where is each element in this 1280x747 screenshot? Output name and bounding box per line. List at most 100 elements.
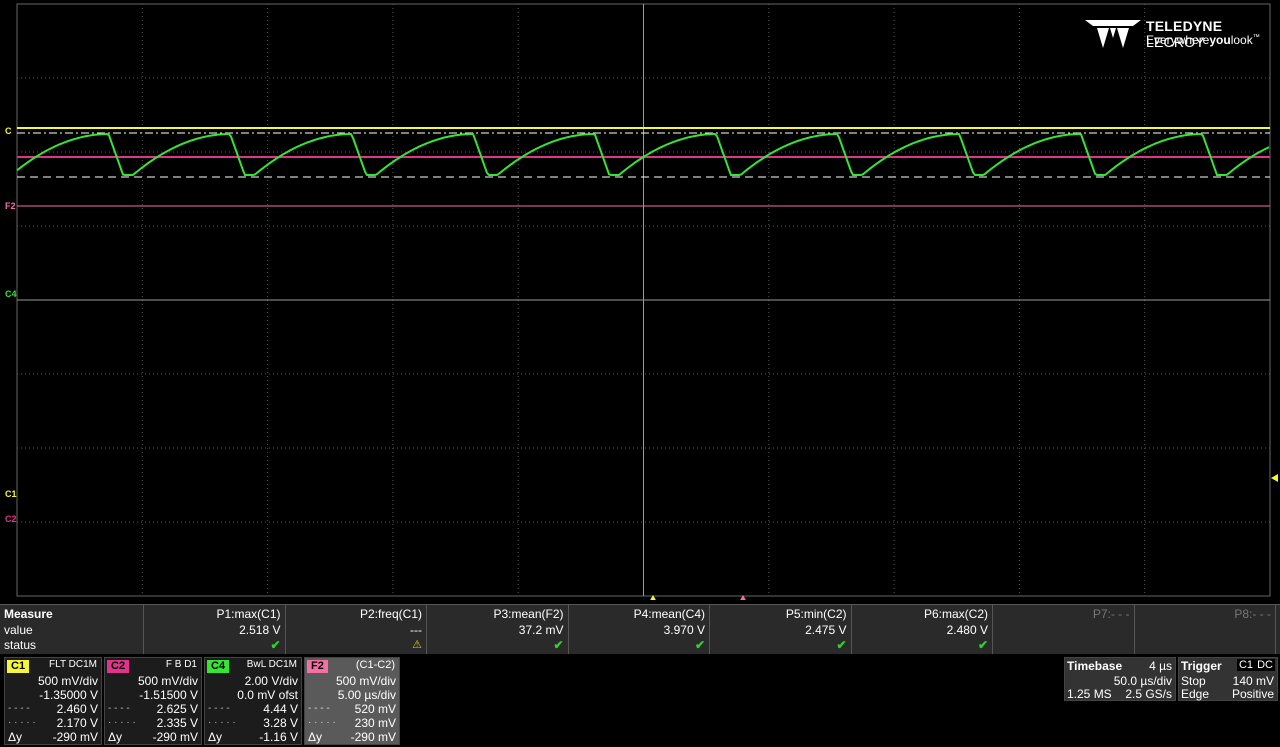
c1-scale: 500 mV/div [37,674,98,688]
waveform-grid[interactable] [0,0,1280,600]
f2-tag: F2 [307,660,328,673]
measure-title: Measure [4,607,53,621]
f2-cursor-a-key: - - - - [308,703,330,714]
measure-param-value: --- [410,623,422,637]
measure-param-name: P6:max(C2) [923,607,988,621]
measure-param-name: P8:- - - [1234,607,1271,621]
c2-offset: -1.51500 V [139,688,198,702]
trigger-slope: Positive [1231,687,1274,701]
c2-cursor-a-key: - - - - [108,703,130,714]
measure-param-name: P4:mean(C4) [633,607,705,621]
trigger-title: Trigger [1181,659,1222,673]
c1-offset: -1.35000 V [39,688,98,702]
c2-delta-key: Δy [108,730,123,744]
f2-delta-key: Δy [308,730,323,744]
measure-param-name: P3:mean(F2) [493,607,564,621]
measure-param-7[interactable]: P7:- - - [993,605,1135,654]
logo-tm: ™ [1252,34,1260,41]
f2-source: (C1-C2) [355,659,395,671]
c4-cursor-a: 4.44 V [263,702,298,716]
c1-delta: -290 mV [52,730,98,744]
measure-row-status: status [4,638,37,652]
measure-table[interactable]: Measure value status P1:max(C1) 2.518 V ✔ P… [0,604,1280,654]
measure-param-name: P1:max(C1) [216,607,281,621]
c1-cursor-b-key: · · · · · [8,717,36,728]
c1-cursor-a-key: - - - - [8,703,30,714]
logo-brand-bold: TELEDYNE [1146,18,1223,34]
c2-delta: -290 mV [152,730,198,744]
checkmark-icon: ✔ [270,638,281,652]
c4-cursor-b-key: · · · · · [208,717,236,728]
c2-descriptor[interactable]: C2 F B D1 500 mV/div -1.51500 V - - - - … [104,657,202,745]
logo-tag-a: Everywhere [1146,33,1210,47]
measure-param-2[interactable]: P2:freq(C1) --- ⚠ [286,605,427,654]
timebase-panel[interactable]: Timebase 4 µs 50.0 µs/div 1.25 MS 2.5 GS… [1064,657,1176,701]
teledyne-lecroy-logo: TELEDYNE LECROY Everywhereyoulook™ [1083,16,1273,52]
c-top-marker: C [5,126,12,136]
trigger-level: 140 mV [1232,674,1274,688]
measure-param-value: 2.475 V [805,623,847,637]
measure-header-col: Measure value status [0,605,144,654]
timebase-samples: 1.25 MS [1067,687,1112,701]
c4-coupling: BwL DC1M [246,659,297,670]
timebase-title: Timebase [1067,659,1123,673]
c1-descriptor[interactable]: C1 FLT DC1M 500 mV/div -1.35000 V - - - … [4,657,102,745]
c1-cursor-b: 2.170 V [56,716,98,730]
c4-offset: 0.0 mV ofst [237,688,298,702]
c4-cursor-a-key: - - - - [208,703,230,714]
c4-ground-marker[interactable]: C4 [5,289,17,299]
measure-param-name: P2:freq(C1) [359,607,422,621]
measure-param-1[interactable]: P1:max(C1) 2.518 V ✔ [144,605,286,654]
c2-tag: C2 [107,660,130,673]
checkmark-icon: ✔ [553,638,564,652]
f2-scale: 500 mV/div [335,674,396,688]
measure-param-3[interactable]: P3:mean(F2) 37.2 mV ✔ [427,605,569,654]
c4-cursor-b: 3.28 V [263,716,298,730]
measure-param-5[interactable]: P5:min(C2) 2.475 V ✔ [710,605,852,654]
trigger-source: C1 [1236,659,1255,671]
c1-cursor-a: 2.460 V [56,702,98,716]
trigger-level-marker[interactable] [1271,474,1278,482]
f2-cursor-b: 230 mV [354,716,396,730]
timebase-delay: 4 µs [1149,659,1172,673]
measure-param-value: 37.2 mV [518,623,564,637]
measure-param-4[interactable]: P4:mean(C4) 3.970 V ✔ [569,605,710,654]
c4-descriptor[interactable]: C4 BwL DC1M 2.00 V/div 0.0 mV ofst - - -… [204,657,302,745]
c2-cursor-a: 2.625 V [156,702,198,716]
trigger-mode: Stop [1181,674,1206,688]
c2-scale: 500 mV/div [137,674,198,688]
c2-cursor-b: 2.335 V [156,716,198,730]
timebase-per-div: 50.0 µs/div [1113,674,1172,688]
trigger-panel[interactable]: Trigger C1 DC Stop 140 mV Edge Positive [1178,657,1278,701]
measure-param-6[interactable]: P6:max(C2) 2.480 V ✔ [852,605,993,654]
c4-delta-key: Δy [208,730,223,744]
measure-param-value: 3.970 V [663,623,705,637]
measure-param-name: P5:min(C2) [785,607,847,621]
checkmark-icon: ✔ [836,638,847,652]
c1-delta-key: Δy [8,730,23,744]
c2-ground-marker[interactable]: C2 [5,514,17,524]
c4-tag: C4 [207,660,230,673]
f2-timescale: 5.00 µs/div [337,688,396,702]
measure-row-value: value [4,623,33,637]
measure-param-8[interactable]: P8:- - - [1135,605,1276,654]
measure-param-value: 2.480 V [946,623,988,637]
trigger-coupling: DC [1255,659,1275,671]
f2-cursor-a: 520 mV [354,702,396,716]
logo-tag-b: you [1209,33,1231,47]
checkmark-icon: ✔ [977,638,988,652]
f2-ground-marker[interactable]: F2 [5,201,16,211]
warning-icon: ⚠ [412,639,422,651]
timebase-rate: 2.5 GS/s [1125,687,1172,701]
measure-param-value: 2.518 V [239,623,281,637]
c1-ground-marker[interactable]: C1 [5,489,17,499]
trigger-type: Edge [1181,687,1210,701]
c2-coupling: F B D1 [165,659,197,670]
teledyne-logo-icon [1085,20,1141,48]
f2-delta: -290 mV [350,730,396,744]
measure-param-name: P7:- - - [1092,607,1130,621]
logo-tag-c: look [1230,33,1253,47]
f2-descriptor[interactable]: F2 (C1-C2) 500 mV/div 5.00 µs/div - - - … [304,657,400,745]
f2-cursor-b-key: · · · · · [308,717,336,728]
c2-cursor-b-key: · · · · · [108,717,136,728]
